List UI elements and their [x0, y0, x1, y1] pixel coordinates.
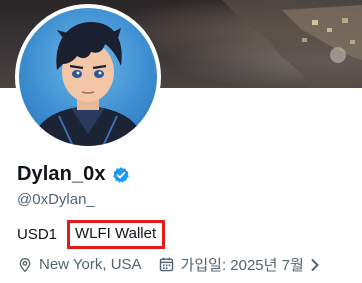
location-pin-icon [19, 257, 31, 272]
profile-meta: New York, USA 가입일: 2025년 7월 [17, 254, 320, 275]
user-handle: @0xDylan_ [17, 191, 95, 208]
bio-text: USD1 [17, 226, 58, 243]
profile-bio: USD1 WLFI Wallet [17, 220, 166, 249]
display-name-row: Dylan_0x [17, 163, 130, 186]
bio-highlighted-text: WLFI Wallet [67, 220, 166, 249]
location-text: New York, USA [39, 256, 142, 273]
location-item: New York, USA [17, 256, 142, 274]
avatar[interactable] [15, 4, 161, 150]
avatar-image [19, 8, 157, 146]
banner-landscape-image [222, 0, 362, 88]
joined-date-text: 가입일: 2025년 7월 [180, 257, 304, 274]
calendar-icon [159, 257, 173, 272]
chevron-right-icon[interactable] [310, 258, 320, 272]
joined-date-item[interactable]: 가입일: 2025년 7월 [158, 254, 320, 275]
verified-badge-icon[interactable] [112, 166, 130, 184]
display-name: Dylan_0x [17, 163, 106, 185]
